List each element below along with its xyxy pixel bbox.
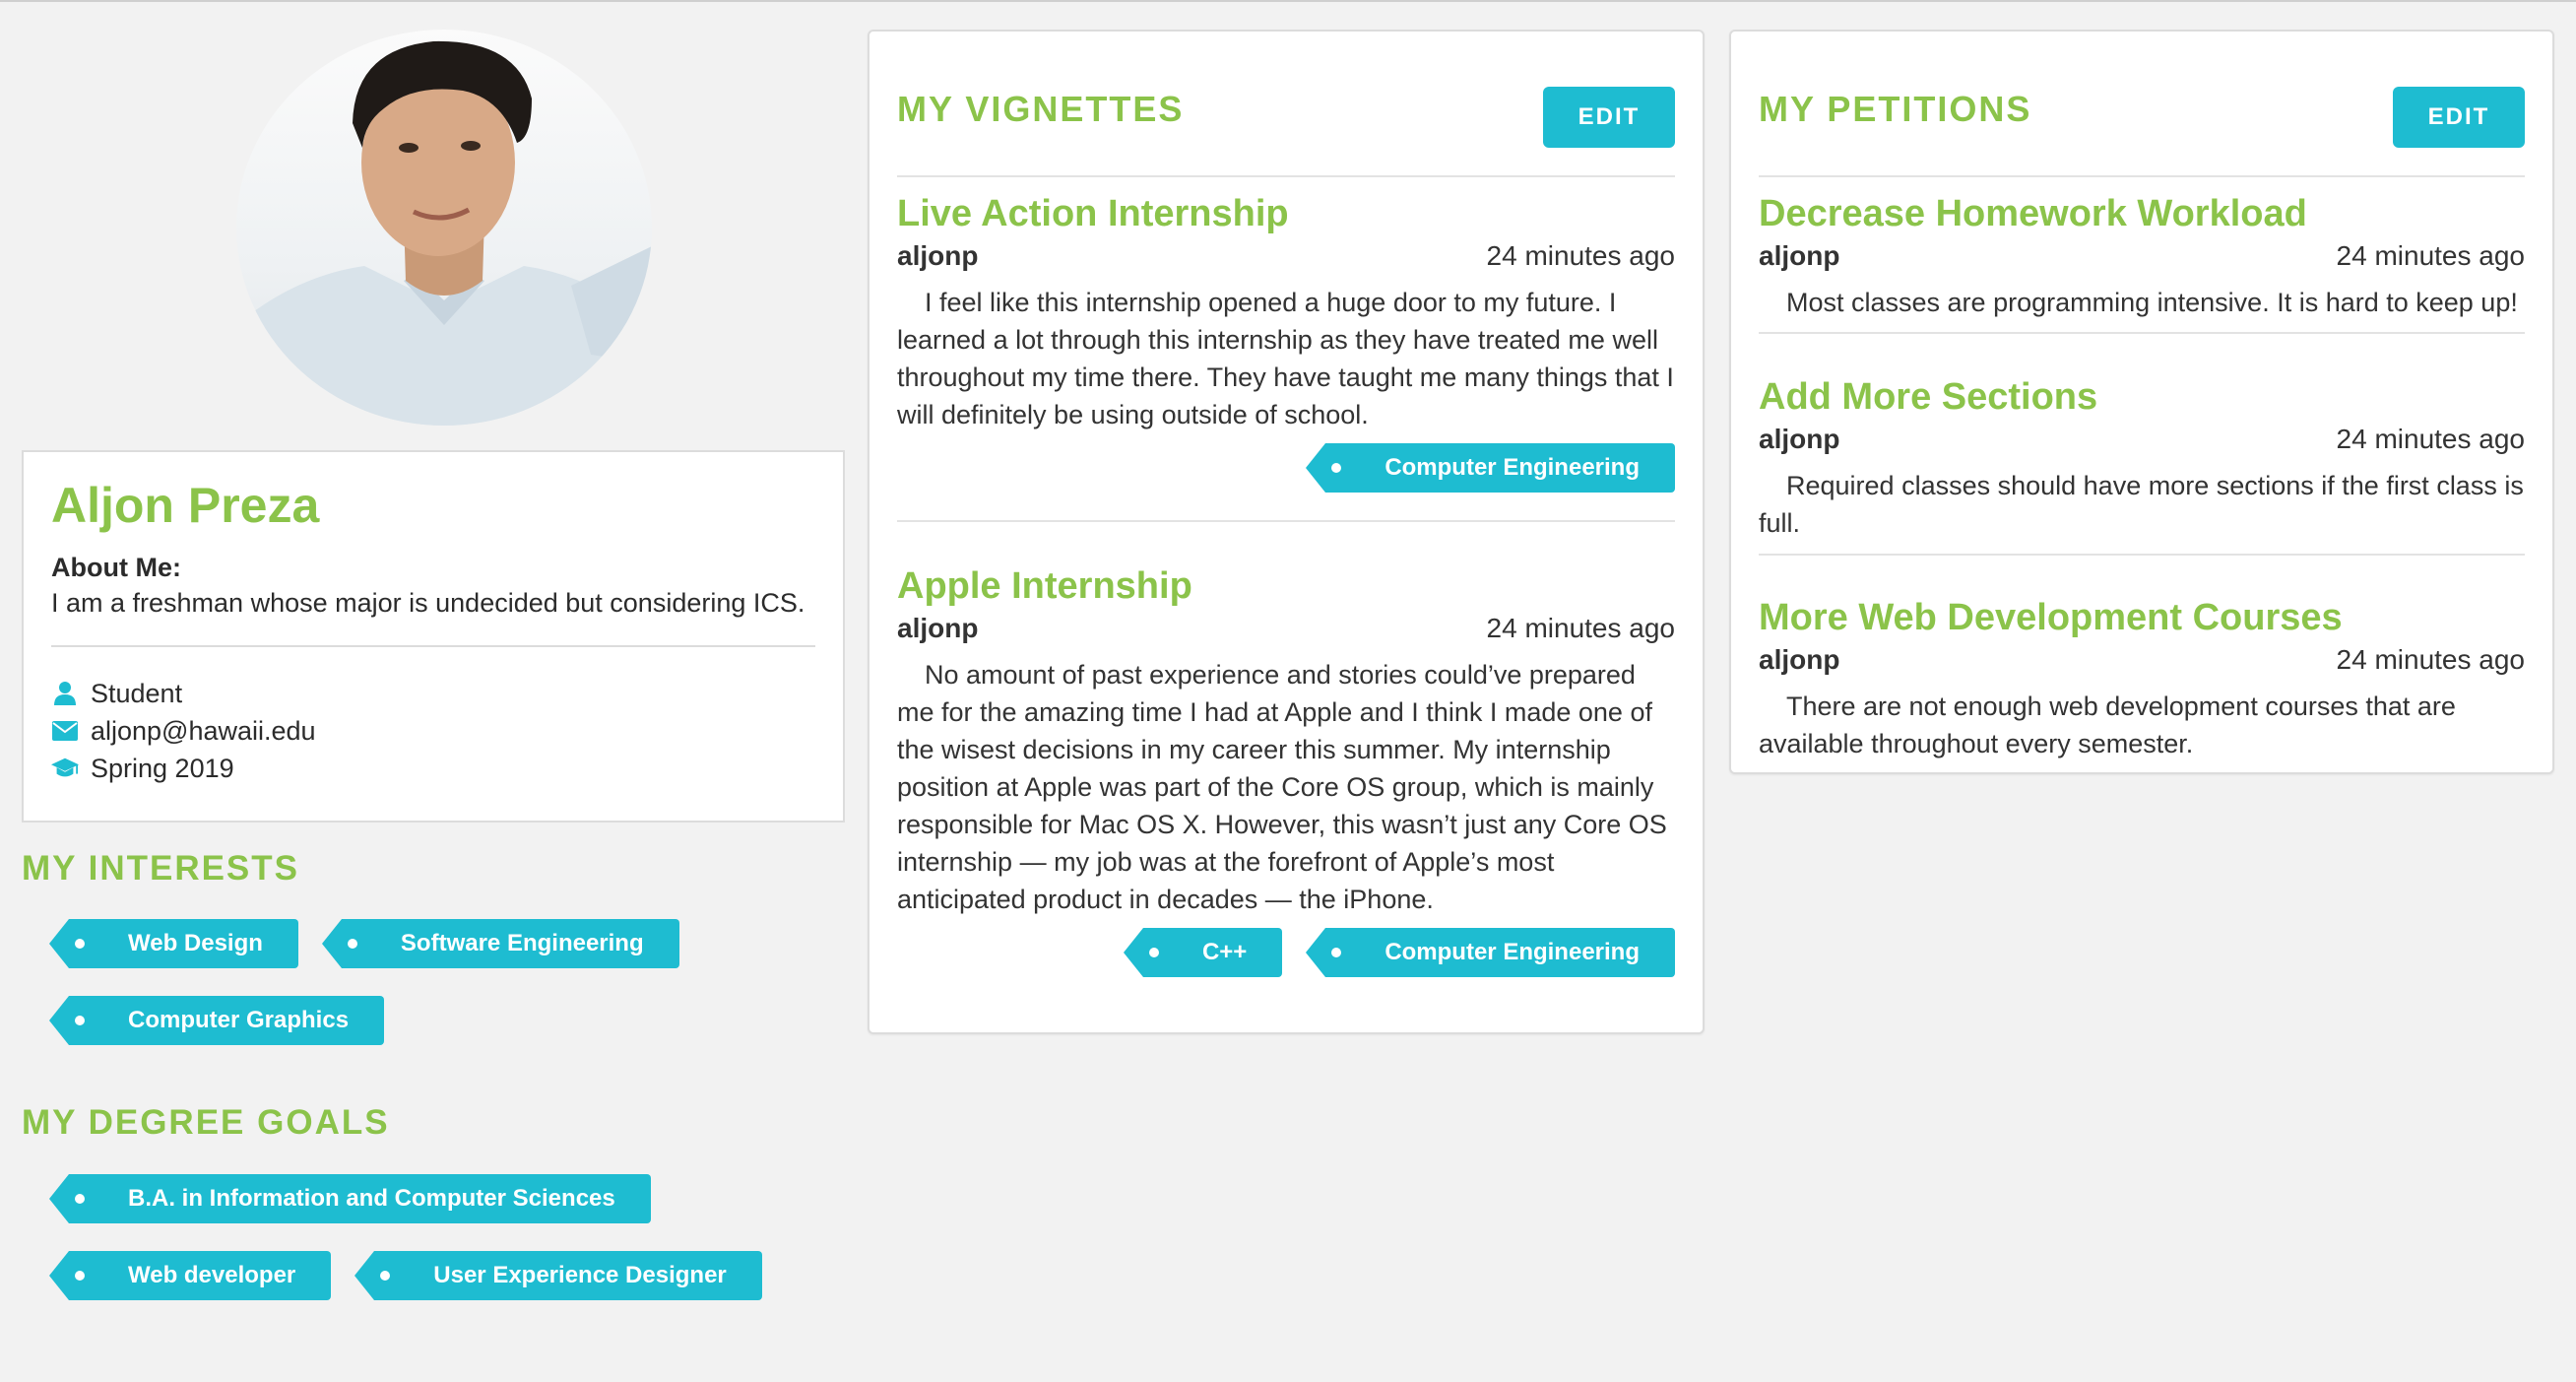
petition-time: 24 minutes ago (2336, 424, 2525, 454)
envelope-icon (51, 717, 79, 745)
interest-tag[interactable]: Computer Graphics (48, 996, 385, 1045)
petition-item: Add More Sections aljonp 24 minutes ago … (1759, 374, 2525, 542)
petition-item: Decrease Homework Workload aljonp 24 min… (1759, 191, 2525, 321)
petition-meta: aljonp 24 minutes ago (1759, 236, 2525, 276)
vignette-body: No amount of past experience and stories… (897, 660, 1667, 914)
role-text: Student (91, 679, 183, 708)
petition-body: Required classes should have more sectio… (1759, 471, 2524, 538)
term-text: Spring 2019 (91, 754, 234, 783)
vignette-author: aljonp (897, 240, 979, 271)
vignettes-header: MY VIGNETTES EDIT (897, 59, 1675, 177)
petition-time: 24 minutes ago (2336, 240, 2525, 271)
degree-goal-tag[interactable]: B.A. in Information and Computer Science… (49, 1174, 651, 1223)
petition-body: Most classes are programming intensive. … (1786, 288, 2518, 317)
vignettes-card: MY VIGNETTES EDIT Live Action Internship… (868, 30, 1705, 1034)
petition-author: aljonp (1759, 644, 1840, 675)
vignette-tag[interactable]: Computer Engineering (1306, 443, 1675, 493)
petition-time: 24 minutes ago (2336, 644, 2525, 675)
vignette-item: Apple Internship aljonp 24 minutes ago N… (897, 563, 1675, 918)
petition-author: aljonp (1759, 424, 1840, 454)
vignette-body: I feel like this internship opened a hug… (897, 288, 1674, 429)
edit-petitions-button[interactable]: EDIT (2393, 87, 2525, 148)
petition-meta: aljonp 24 minutes ago (1759, 640, 2525, 680)
degree-goal-tag[interactable]: Web developer (48, 1251, 332, 1300)
role-row: Student (51, 675, 815, 712)
divider (51, 645, 815, 647)
vignette-author: aljonp (897, 613, 979, 643)
vignette-meta: aljonp 24 minutes ago (897, 609, 1675, 648)
interest-tag[interactable]: Software Engineering (321, 919, 679, 968)
avatar (236, 30, 652, 426)
vignette-tags: C++ Computer Engineering (1100, 928, 1675, 977)
degree-goal-tag[interactable]: User Experience Designer (354, 1251, 762, 1300)
user-icon (51, 680, 79, 707)
vignette-meta: aljonp 24 minutes ago (897, 236, 1675, 276)
degree-tags-row: B.A. in Information and Computer Science… (49, 1174, 675, 1223)
profile-card: Aljon Preza About Me: I am a freshman wh… (22, 450, 845, 823)
petition-body: There are not enough web development cou… (1759, 691, 2456, 758)
interests-title: MY INTERESTS (22, 849, 300, 888)
petition-item: More Web Development Courses aljonp 24 m… (1759, 595, 2525, 762)
profile-name: Aljon Preza (51, 478, 320, 533)
vignette-title[interactable]: Live Action Internship (897, 191, 1675, 236)
petition-meta: aljonp 24 minutes ago (1759, 420, 2525, 459)
interest-tag[interactable]: Web Design (49, 919, 298, 968)
degree-tags-row: Web developer User Experience Designer (48, 1251, 786, 1300)
about-label: About Me: (51, 553, 181, 582)
divider (1759, 554, 2525, 556)
petitions-card: MY PETITIONS EDIT Decrease Homework Work… (1729, 30, 2554, 774)
vignette-title[interactable]: Apple Internship (897, 563, 1675, 609)
divider (1759, 332, 2525, 334)
divider (897, 520, 1675, 522)
petition-title[interactable]: More Web Development Courses (1759, 595, 2525, 640)
petition-title[interactable]: Add More Sections (1759, 374, 2525, 420)
petition-author: aljonp (1759, 240, 1840, 271)
avatar-photo (236, 40, 652, 426)
term-row: Spring 2019 (51, 750, 815, 787)
interest-tags-row: Web Design Software Engineering (49, 919, 703, 968)
petitions-header: MY PETITIONS EDIT (1759, 59, 2525, 177)
vignette-time: 24 minutes ago (1486, 613, 1675, 643)
vignette-tags: Computer Engineering (1282, 443, 1675, 493)
edit-vignettes-button[interactable]: EDIT (1543, 87, 1675, 148)
about-text: I am a freshman whose major is undecided… (51, 588, 805, 618)
email-text[interactable]: aljonp@hawaii.edu (91, 712, 316, 750)
vignette-tag[interactable]: C++ (1123, 928, 1283, 977)
vignette-tag[interactable]: Computer Engineering (1306, 928, 1675, 977)
degree-goals-title: MY DEGREE GOALS (22, 1103, 390, 1142)
graduation-cap-icon (51, 755, 79, 782)
interest-tags-row: Computer Graphics (48, 996, 408, 1045)
vignette-time: 24 minutes ago (1486, 240, 1675, 271)
vignette-item: Live Action Internship aljonp 24 minutes… (897, 191, 1675, 433)
petition-title[interactable]: Decrease Homework Workload (1759, 191, 2525, 236)
email-row: aljonp@hawaii.edu (51, 712, 815, 750)
